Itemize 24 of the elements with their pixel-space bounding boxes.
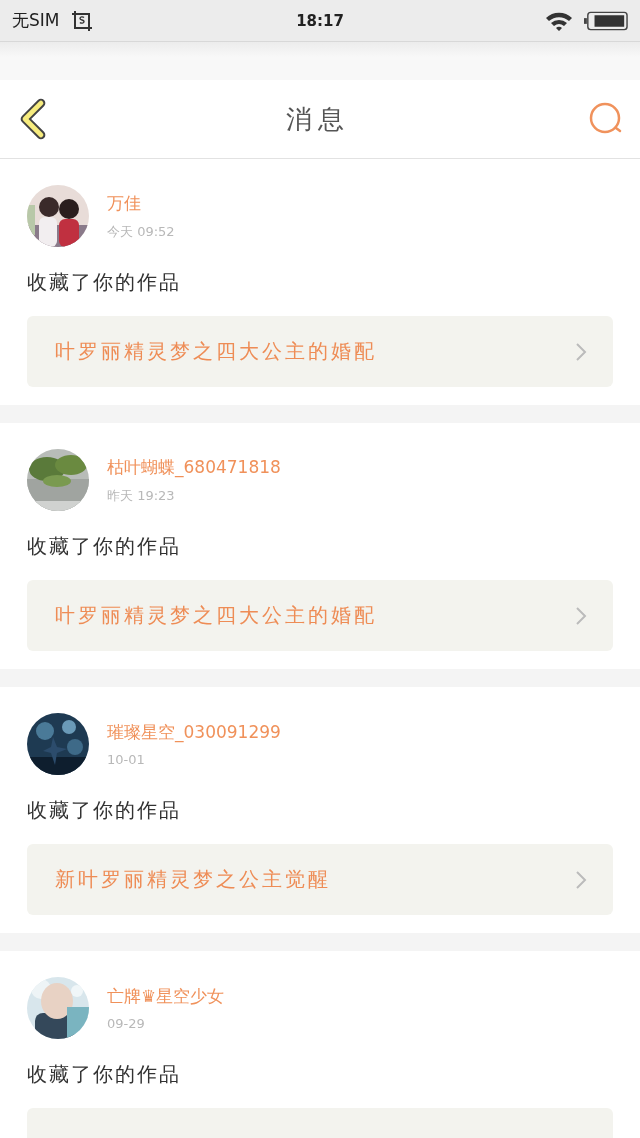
activity-text: 收藏了你的作品 — [27, 533, 181, 560]
work-link[interactable]: 叶罗丽精灵梦之四大公主的婚配 — [27, 580, 613, 651]
activity-text: 收藏了你的作品 — [27, 269, 181, 296]
timestamp: 10-01 — [107, 752, 145, 767]
user-name[interactable]: 万佳 — [107, 191, 141, 215]
user-name[interactable]: 亡牌♛星空少女 — [107, 985, 225, 1008]
work-link[interactable]: 新叶罗丽精灵梦之公主觉醒 — [27, 844, 613, 915]
page-title: 消息 — [286, 102, 350, 136]
back-icon[interactable] — [18, 98, 48, 140]
chevron-icon — [575, 341, 587, 362]
timestamp: 昨天 19:23 — [107, 486, 175, 505]
activity-text: 收藏了你的作品 — [27, 1061, 181, 1088]
activity-text: 收藏了你的作品 — [27, 797, 181, 824]
chevron-icon — [575, 605, 587, 626]
chevron-icon — [575, 869, 587, 890]
timestamp: 今天 09:52 — [107, 222, 175, 241]
work-link[interactable]: 叶罗丽精灵梦之四大公主的婚配 — [27, 316, 613, 387]
timestamp: 09-29 — [107, 1016, 145, 1031]
user-name[interactable]: 枯叶蝴蝶_680471818 — [107, 455, 281, 479]
screenshot-icon — [71, 9, 94, 32]
battery-icon — [584, 10, 628, 31]
carrier-label: 无SIM — [12, 9, 60, 32]
clock: 18:17 — [296, 11, 344, 30]
user-name[interactable]: 璀璨星空_030091299 — [107, 721, 281, 744]
